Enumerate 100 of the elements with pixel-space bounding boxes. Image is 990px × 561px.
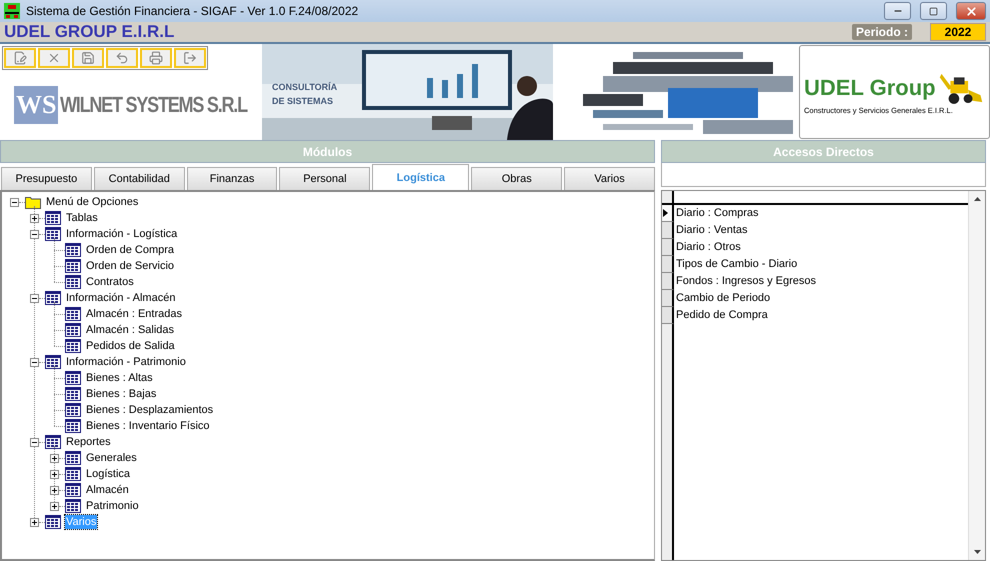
edit-icon (13, 51, 27, 65)
logo-mark: WS (14, 86, 58, 124)
module-tab[interactable]: Finanzas (186, 167, 278, 190)
table-icon (45, 291, 61, 305)
table-icon (65, 259, 81, 273)
row-selector[interactable] (662, 307, 674, 324)
module-tab[interactable]: Varios (564, 167, 655, 190)
expander-toggle[interactable] (10, 198, 19, 206)
tree-item[interactable]: Información - Almacén (65, 291, 176, 305)
tree-item[interactable]: Orden de Compra (85, 243, 176, 257)
row-selector[interactable] (662, 222, 674, 239)
shortcut-item[interactable]: Diario : Otros (674, 239, 741, 256)
module-tab[interactable]: Contabilidad (94, 167, 185, 190)
maximize-button[interactable] (920, 2, 947, 20)
period-label: Periodo : (852, 24, 912, 40)
tree-item[interactable]: Patrimonio (85, 499, 140, 513)
table-icon (45, 355, 61, 369)
table-icon (65, 371, 81, 385)
expander-toggle[interactable] (50, 486, 59, 494)
module-tab[interactable]: Obras (471, 167, 562, 190)
tree-item[interactable]: Almacén (85, 483, 130, 497)
table-icon (65, 387, 81, 401)
table-icon (65, 323, 81, 337)
table-icon (65, 243, 81, 257)
table-icon (65, 275, 81, 289)
logo-title: UDEL Group (804, 74, 936, 100)
expander-toggle[interactable] (30, 518, 39, 526)
shortcut-item[interactable]: Diario : Compras (674, 205, 759, 222)
tree-item[interactable]: Información - Patrimonio (65, 355, 187, 369)
table-icon (65, 307, 81, 321)
expander-toggle[interactable] (30, 230, 39, 238)
expander-toggle[interactable] (30, 358, 39, 366)
tree-item[interactable]: Bienes : Altas (85, 371, 154, 385)
pointer-icon (662, 209, 668, 217)
tree-item[interactable]: Pedidos de Salida (85, 339, 176, 353)
period-field[interactable]: 2022 (930, 23, 986, 41)
undo-icon (115, 51, 129, 65)
undo-button[interactable] (106, 48, 138, 68)
maximize-icon (929, 6, 938, 16)
table-icon (65, 403, 81, 417)
shortcut-item[interactable]: Cambio de Periodo (674, 290, 770, 307)
exit-button[interactable] (174, 48, 206, 68)
table-icon (65, 467, 81, 481)
tree-item[interactable]: Tablas (65, 211, 99, 225)
row-selector[interactable] (662, 239, 674, 256)
tree-item[interactable]: Almacén : Entradas (85, 307, 183, 321)
panel-header: Módulos (0, 140, 655, 163)
app-icon (4, 3, 20, 19)
table-icon (45, 515, 61, 529)
banner-caption: CONSULTORÍA DE SISTEMAS (272, 81, 338, 108)
edit-button[interactable] (4, 48, 36, 68)
expander-toggle[interactable] (50, 470, 59, 478)
tree-item[interactable]: Contratos (85, 275, 135, 289)
table-icon (45, 211, 61, 225)
table-icon (65, 339, 81, 353)
expander-toggle[interactable] (30, 214, 39, 222)
tree-item[interactable]: Bienes : Bajas (85, 387, 158, 401)
row-selector[interactable] (662, 273, 674, 290)
expander-toggle[interactable] (50, 502, 59, 510)
tree-item[interactable]: Reportes (65, 435, 112, 449)
save-icon (81, 51, 95, 65)
scroll-bar[interactable] (968, 191, 985, 560)
print-button[interactable] (140, 48, 172, 68)
tree-item[interactable]: Bienes : Inventario Físico (85, 419, 211, 433)
shortcut-item[interactable]: Fondos : Ingresos y Egresos (674, 273, 816, 290)
panel-header: Accesos Directos (661, 140, 986, 163)
expander-toggle[interactable] (30, 294, 39, 302)
tree-item[interactable]: Almacén : Salidas (85, 323, 176, 337)
exit-icon (183, 51, 197, 65)
module-tab[interactable]: Personal (279, 167, 370, 190)
row-selector[interactable] (662, 205, 674, 222)
tree-item[interactable]: Información - Logística (65, 227, 178, 241)
table-icon (45, 435, 61, 449)
table-icon (65, 483, 81, 497)
close-button[interactable] (956, 2, 986, 20)
expander-toggle[interactable] (30, 438, 39, 446)
shortcut-item[interactable]: Diario : Ventas (674, 222, 748, 239)
table-icon (45, 227, 61, 241)
logo-text: WILNET SYSTEMS S.R.L (60, 92, 248, 118)
row-selector[interactable] (662, 256, 674, 273)
tree-item[interactable]: Menú de Opciones (45, 195, 140, 209)
tree-item[interactable]: Bienes : Desplazamientos (85, 403, 214, 417)
table-icon (65, 451, 81, 465)
module-tab[interactable]: Presupuesto (1, 167, 92, 190)
tree-item[interactable]: Orden de Servicio (85, 259, 176, 273)
delete-button[interactable] (38, 48, 70, 68)
shortcut-item[interactable]: Pedido de Compra (674, 307, 768, 324)
window-title: Sistema de Gestión Financiera - SIGAF - Ver 1.0 F.24/08/2022 (26, 4, 360, 18)
minimize-button[interactable] (884, 2, 911, 20)
save-button[interactable] (72, 48, 104, 68)
folder-icon (25, 195, 41, 209)
company-name: UDEL GROUP E.I.R.L (4, 22, 176, 42)
printer-icon (149, 51, 163, 65)
expander-toggle[interactable] (50, 454, 59, 462)
shortcut-item[interactable]: Tipos de Cambio - Diario (674, 256, 798, 273)
tree-item[interactable]: Logística (85, 467, 132, 481)
close-icon (964, 4, 978, 18)
tree-item[interactable]: Generales (85, 451, 138, 465)
close-icon (47, 51, 61, 65)
row-selector[interactable] (662, 290, 674, 307)
